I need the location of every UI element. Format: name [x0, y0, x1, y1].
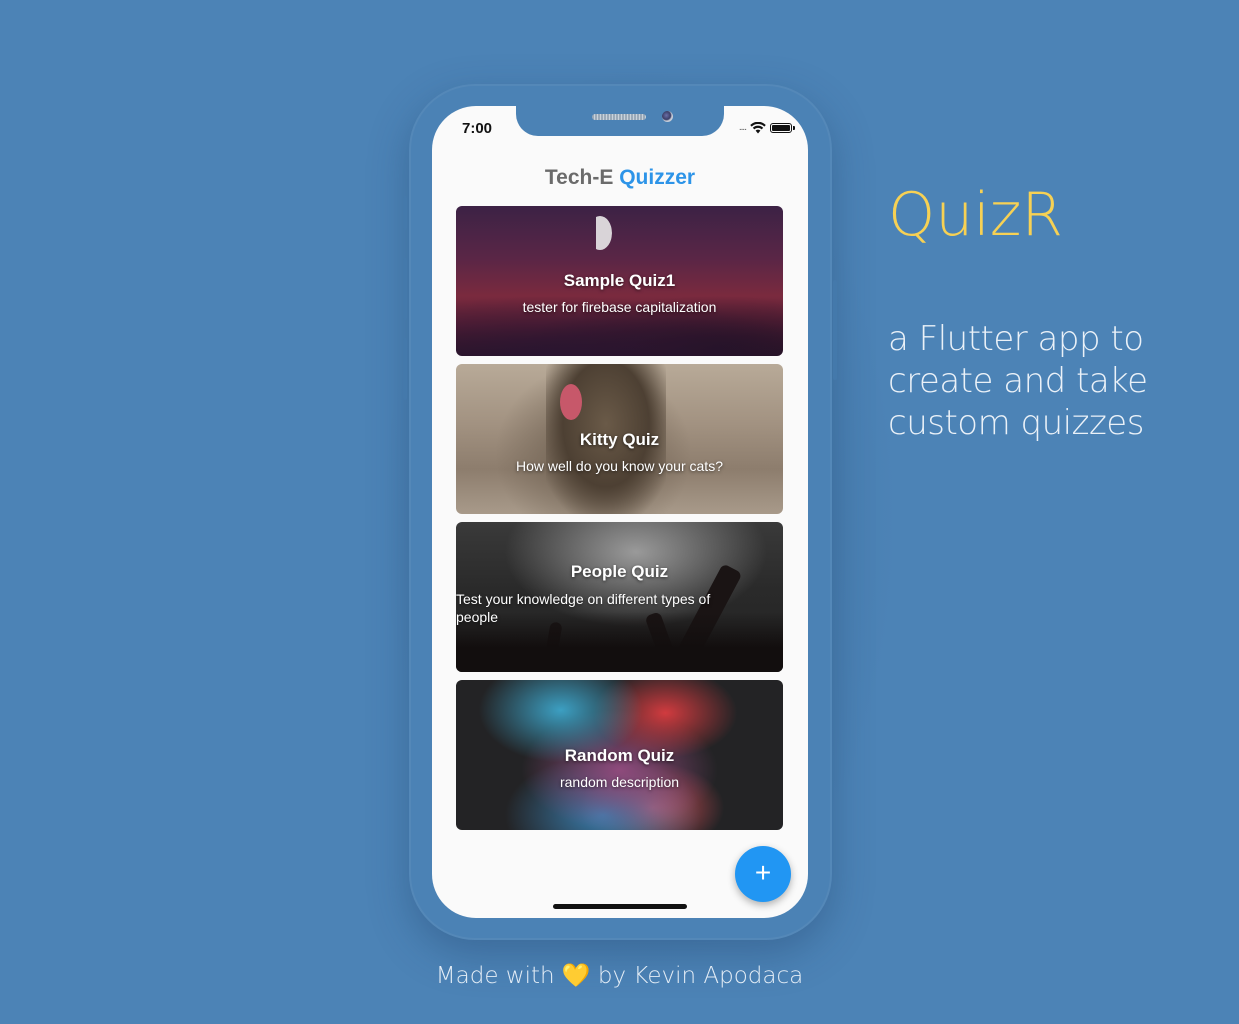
front-camera	[662, 111, 673, 122]
quiz-card-description: How well do you know your cats?	[516, 458, 723, 474]
quiz-card-sample[interactable]: Sample Quiz1 tester for firebase capital…	[456, 206, 783, 356]
status-time: 7:00	[462, 120, 493, 137]
quiz-card-description: tester for firebase capitalization	[522, 299, 717, 315]
quiz-card-description: Test your knowledge on different types o…	[456, 591, 711, 625]
phone-volume-up	[403, 258, 407, 320]
phone-volume-down	[403, 338, 407, 400]
footer-credit: Made with 💛 by Kevin Apodaca	[0, 962, 1239, 989]
status-icons: ....	[738, 122, 795, 134]
phone-screen: 7:00 .... Tech-E Quizzer Sample Quiz1 te…	[432, 106, 808, 918]
plus-icon: +	[754, 857, 772, 888]
wifi-icon	[750, 122, 766, 134]
quiz-card-people[interactable]: People Quiz Test your knowledge on diffe…	[456, 522, 783, 672]
heart-icon: 💛	[561, 963, 591, 989]
quiz-card-description: random description	[559, 774, 680, 790]
promo-app-name: QuizR	[888, 180, 1064, 250]
quiz-card-random[interactable]: Random Quiz random description	[456, 680, 783, 830]
phone-power-button	[833, 280, 837, 380]
promo-tagline: a Flutter app to create and take custom …	[888, 319, 1148, 443]
footer-made-with: Made with	[435, 963, 555, 989]
app-title-part2: Quizzer	[619, 166, 696, 189]
signal-dots-icon: ....	[738, 122, 747, 133]
phone-side-button	[403, 196, 407, 230]
moon-image	[588, 216, 612, 250]
phone-notch	[516, 106, 724, 136]
app-title-part1: Tech-E	[544, 166, 614, 189]
quiz-card-title: People Quiz	[570, 562, 669, 581]
home-indicator[interactable]	[553, 904, 687, 909]
speaker-grille	[592, 114, 646, 120]
quiz-card-title: Kitty Quiz	[579, 430, 660, 449]
promo-stage: 7:00 .... Tech-E Quizzer Sample Quiz1 te…	[0, 0, 1239, 1024]
footer-author: by Kevin Apodaca	[597, 963, 804, 989]
quiz-card-title: Random Quiz	[564, 746, 675, 765]
cat-mouth-image	[560, 384, 582, 420]
quiz-card-kitty[interactable]: Kitty Quiz How well do you know your cat…	[456, 364, 783, 514]
battery-icon	[770, 123, 795, 133]
quiz-card-title: Sample Quiz1	[563, 271, 676, 290]
add-quiz-button[interactable]: +	[735, 846, 791, 902]
app-title: Tech-E Quizzer	[432, 166, 808, 190]
